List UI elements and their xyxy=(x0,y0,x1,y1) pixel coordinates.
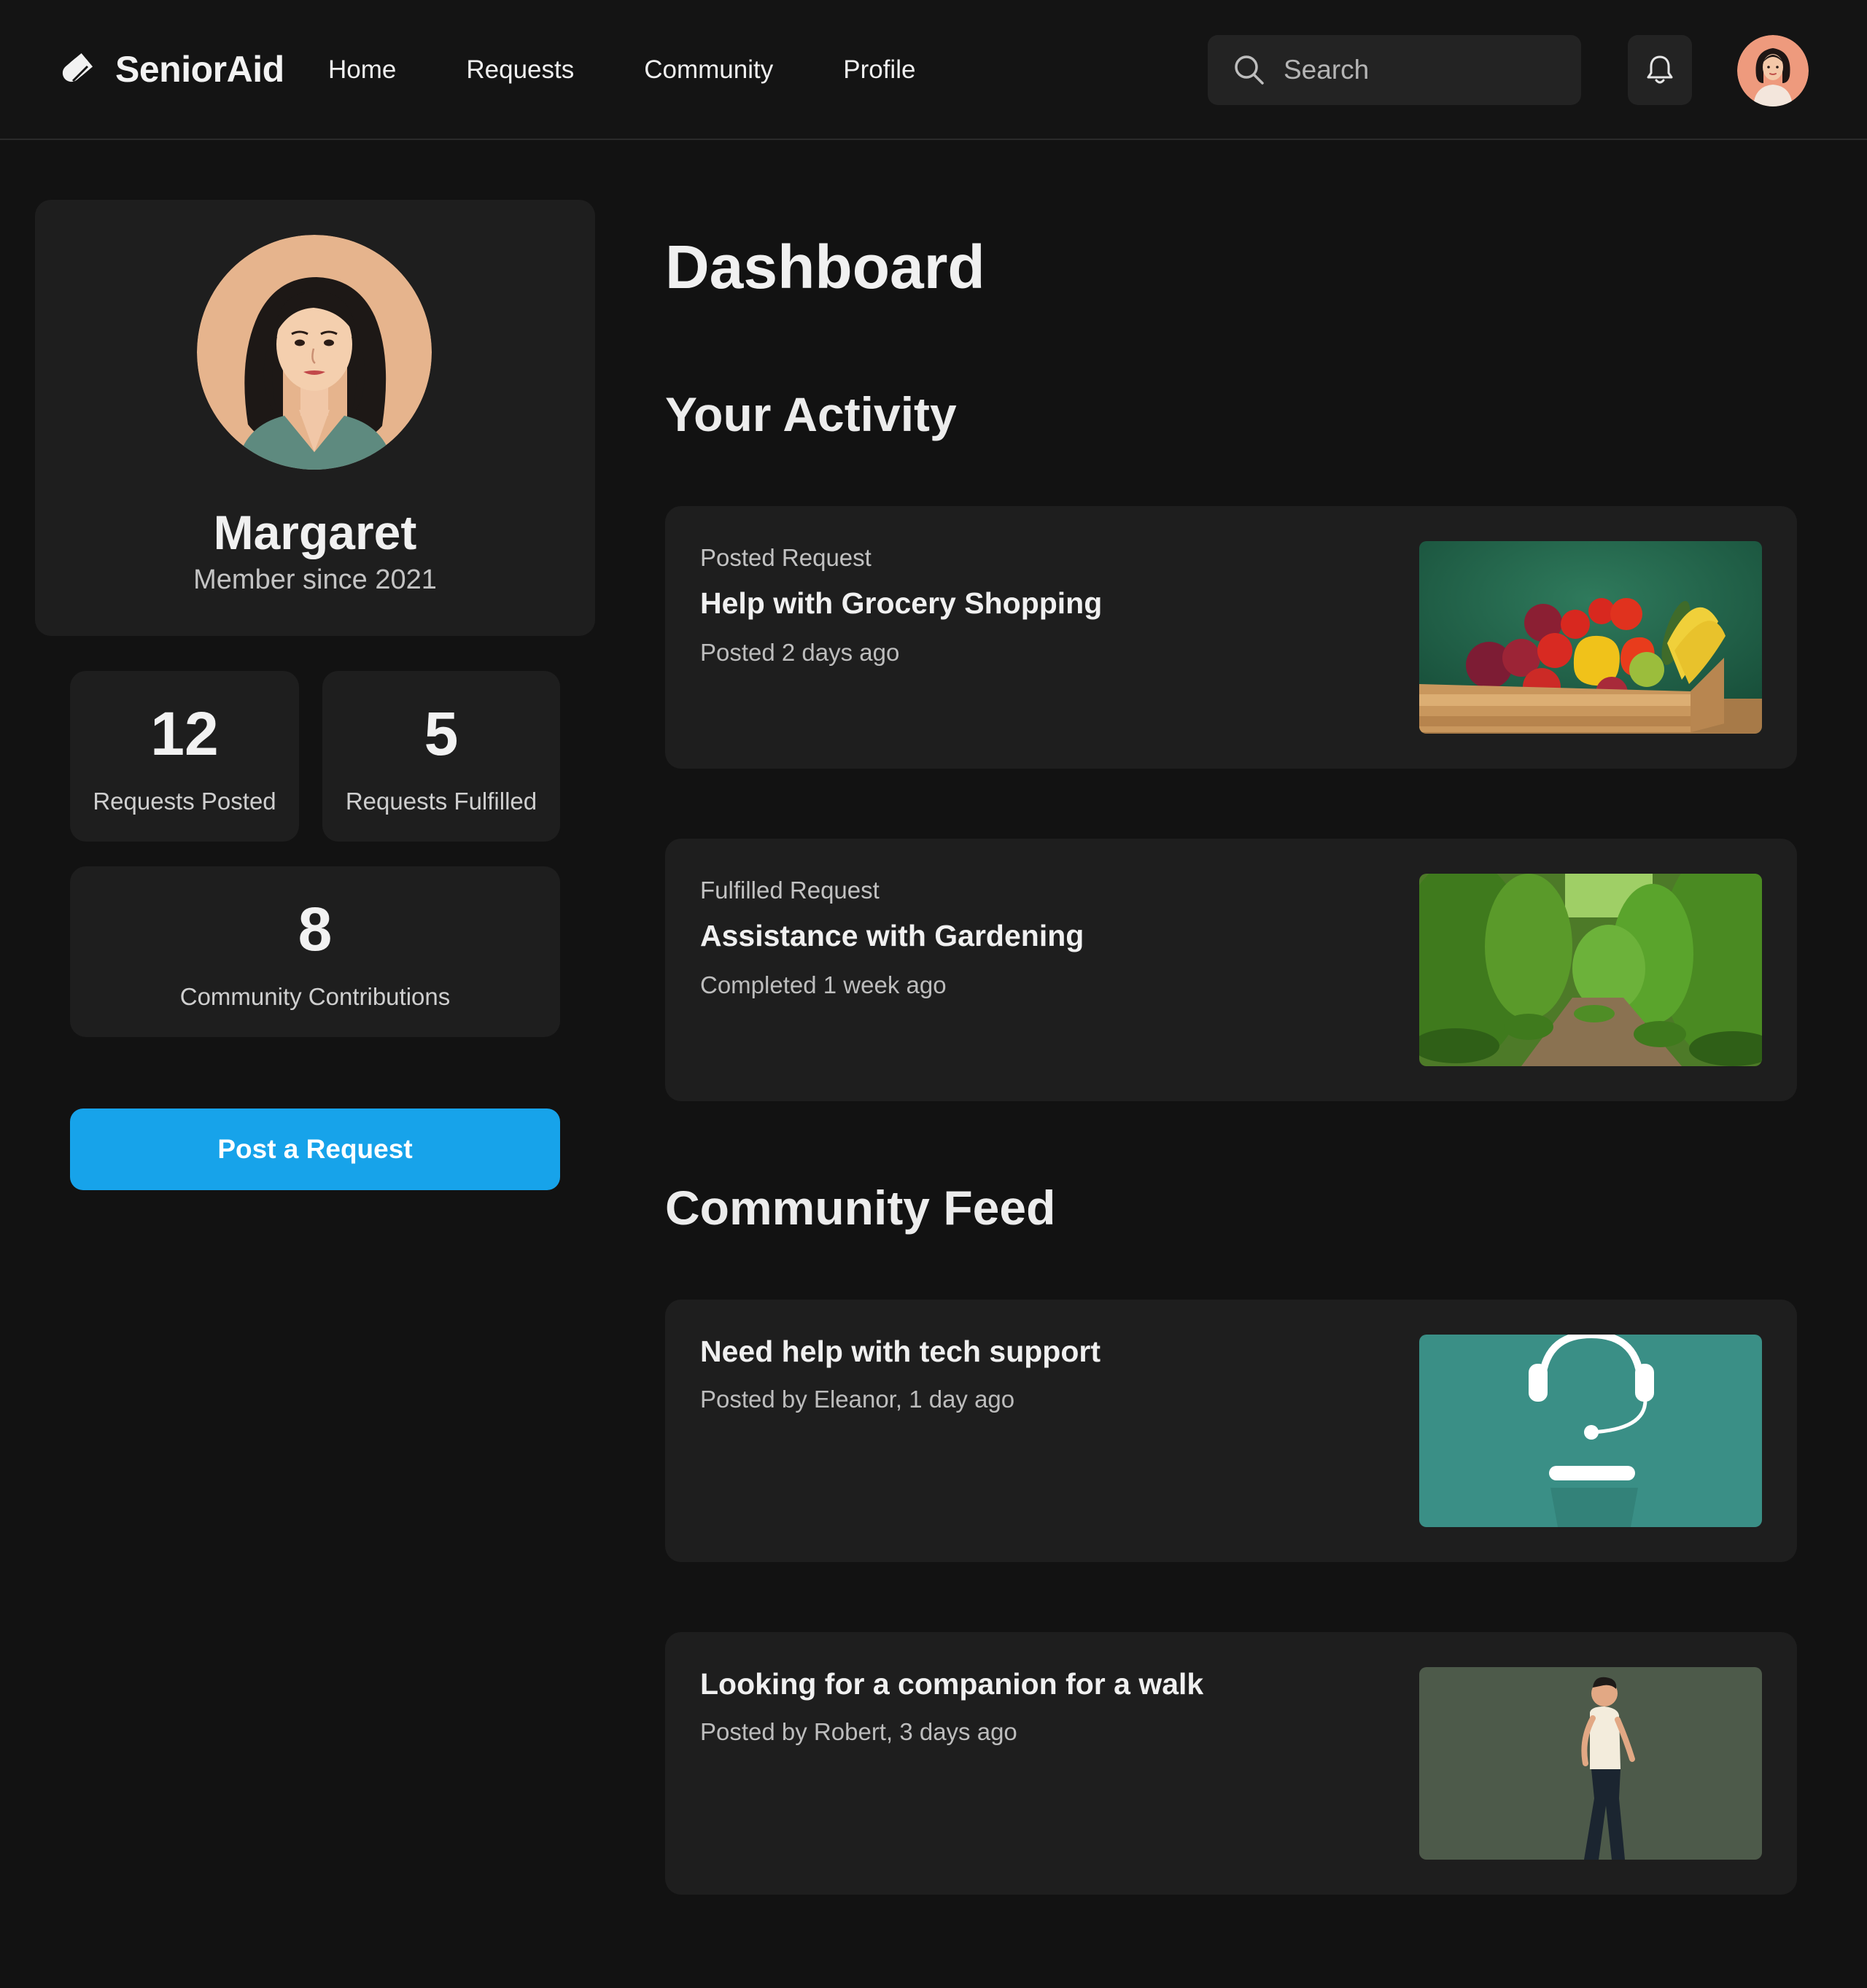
activity-title: Assistance with Gardening xyxy=(700,919,1084,952)
search-box[interactable] xyxy=(1208,35,1581,105)
main-nav: Home Requests Community Profile xyxy=(328,54,985,86)
post-request-button[interactable]: Post a Request xyxy=(70,1108,560,1190)
user-avatar[interactable] xyxy=(1737,35,1809,106)
search-input[interactable] xyxy=(1284,55,1561,85)
walking-man-image xyxy=(1419,1667,1762,1860)
nav-link-community[interactable]: Community xyxy=(644,54,773,86)
stat-value: 12 xyxy=(150,699,219,768)
notifications-button[interactable] xyxy=(1628,35,1692,105)
stat-label: Requests Posted xyxy=(93,788,276,815)
feed-title: Looking for a companion for a walk xyxy=(700,1667,1204,1701)
stat-value: 5 xyxy=(424,699,459,768)
stat-requests-posted: 12 Requests Posted xyxy=(70,671,299,842)
activity-meta: Posted 2 days ago xyxy=(700,639,900,666)
brand-name: SeniorAid xyxy=(115,49,284,90)
activity-meta: Completed 1 week ago xyxy=(700,971,947,998)
page-title: Dashboard xyxy=(665,233,985,301)
profile-avatar xyxy=(197,235,432,470)
section-title-activity: Your Activity xyxy=(665,387,957,441)
nav-link-requests[interactable]: Requests xyxy=(466,54,574,86)
brand-logo-icon xyxy=(62,53,93,82)
member-since: Member since 2021 xyxy=(193,564,437,595)
nav-link-profile[interactable]: Profile xyxy=(843,54,915,86)
stat-value: 8 xyxy=(298,895,333,963)
stat-requests-fulfilled: 5 Requests Fulfilled xyxy=(322,671,560,842)
stat-community-contributions: 8 Community Contributions xyxy=(70,866,560,1037)
avatar-portrait-icon xyxy=(1737,35,1809,106)
top-nav-bar: SeniorAid Home Requests Community Profil… xyxy=(0,0,1867,140)
activity-card[interactable]: Posted Request Help with Grocery Shoppin… xyxy=(665,506,1797,769)
feed-card[interactable]: Need help with tech support Posted by El… xyxy=(665,1300,1797,1562)
stat-label: Requests Fulfilled xyxy=(345,788,537,815)
feed-meta: Posted by Eleanor, 1 day ago xyxy=(700,1386,1015,1413)
search-icon xyxy=(1235,55,1264,85)
feed-meta: Posted by Robert, 3 days ago xyxy=(700,1718,1017,1745)
section-title-community-feed: Community Feed xyxy=(665,1181,1056,1235)
activity-card[interactable]: Fulfilled Request Assistance with Garden… xyxy=(665,839,1797,1101)
profile-portrait-icon xyxy=(197,235,432,470)
feed-title: Need help with tech support xyxy=(700,1335,1101,1368)
activity-type: Posted Request xyxy=(700,544,872,571)
activity-type: Fulfilled Request xyxy=(700,877,880,904)
stat-label: Community Contributions xyxy=(179,983,451,1010)
profile-name: Margaret xyxy=(213,505,417,559)
feed-card[interactable]: Looking for a companion for a walk Poste… xyxy=(665,1632,1797,1895)
grocery-crate-image xyxy=(1419,541,1762,734)
activity-title: Help with Grocery Shopping xyxy=(700,586,1103,620)
nav-link-home[interactable]: Home xyxy=(328,54,396,86)
brand[interactable]: SeniorAid xyxy=(58,48,284,90)
headset-image xyxy=(1419,1335,1762,1527)
bell-icon xyxy=(1647,55,1673,84)
profile-card: Margaret Member since 2021 xyxy=(35,200,595,636)
garden-image xyxy=(1419,874,1762,1066)
